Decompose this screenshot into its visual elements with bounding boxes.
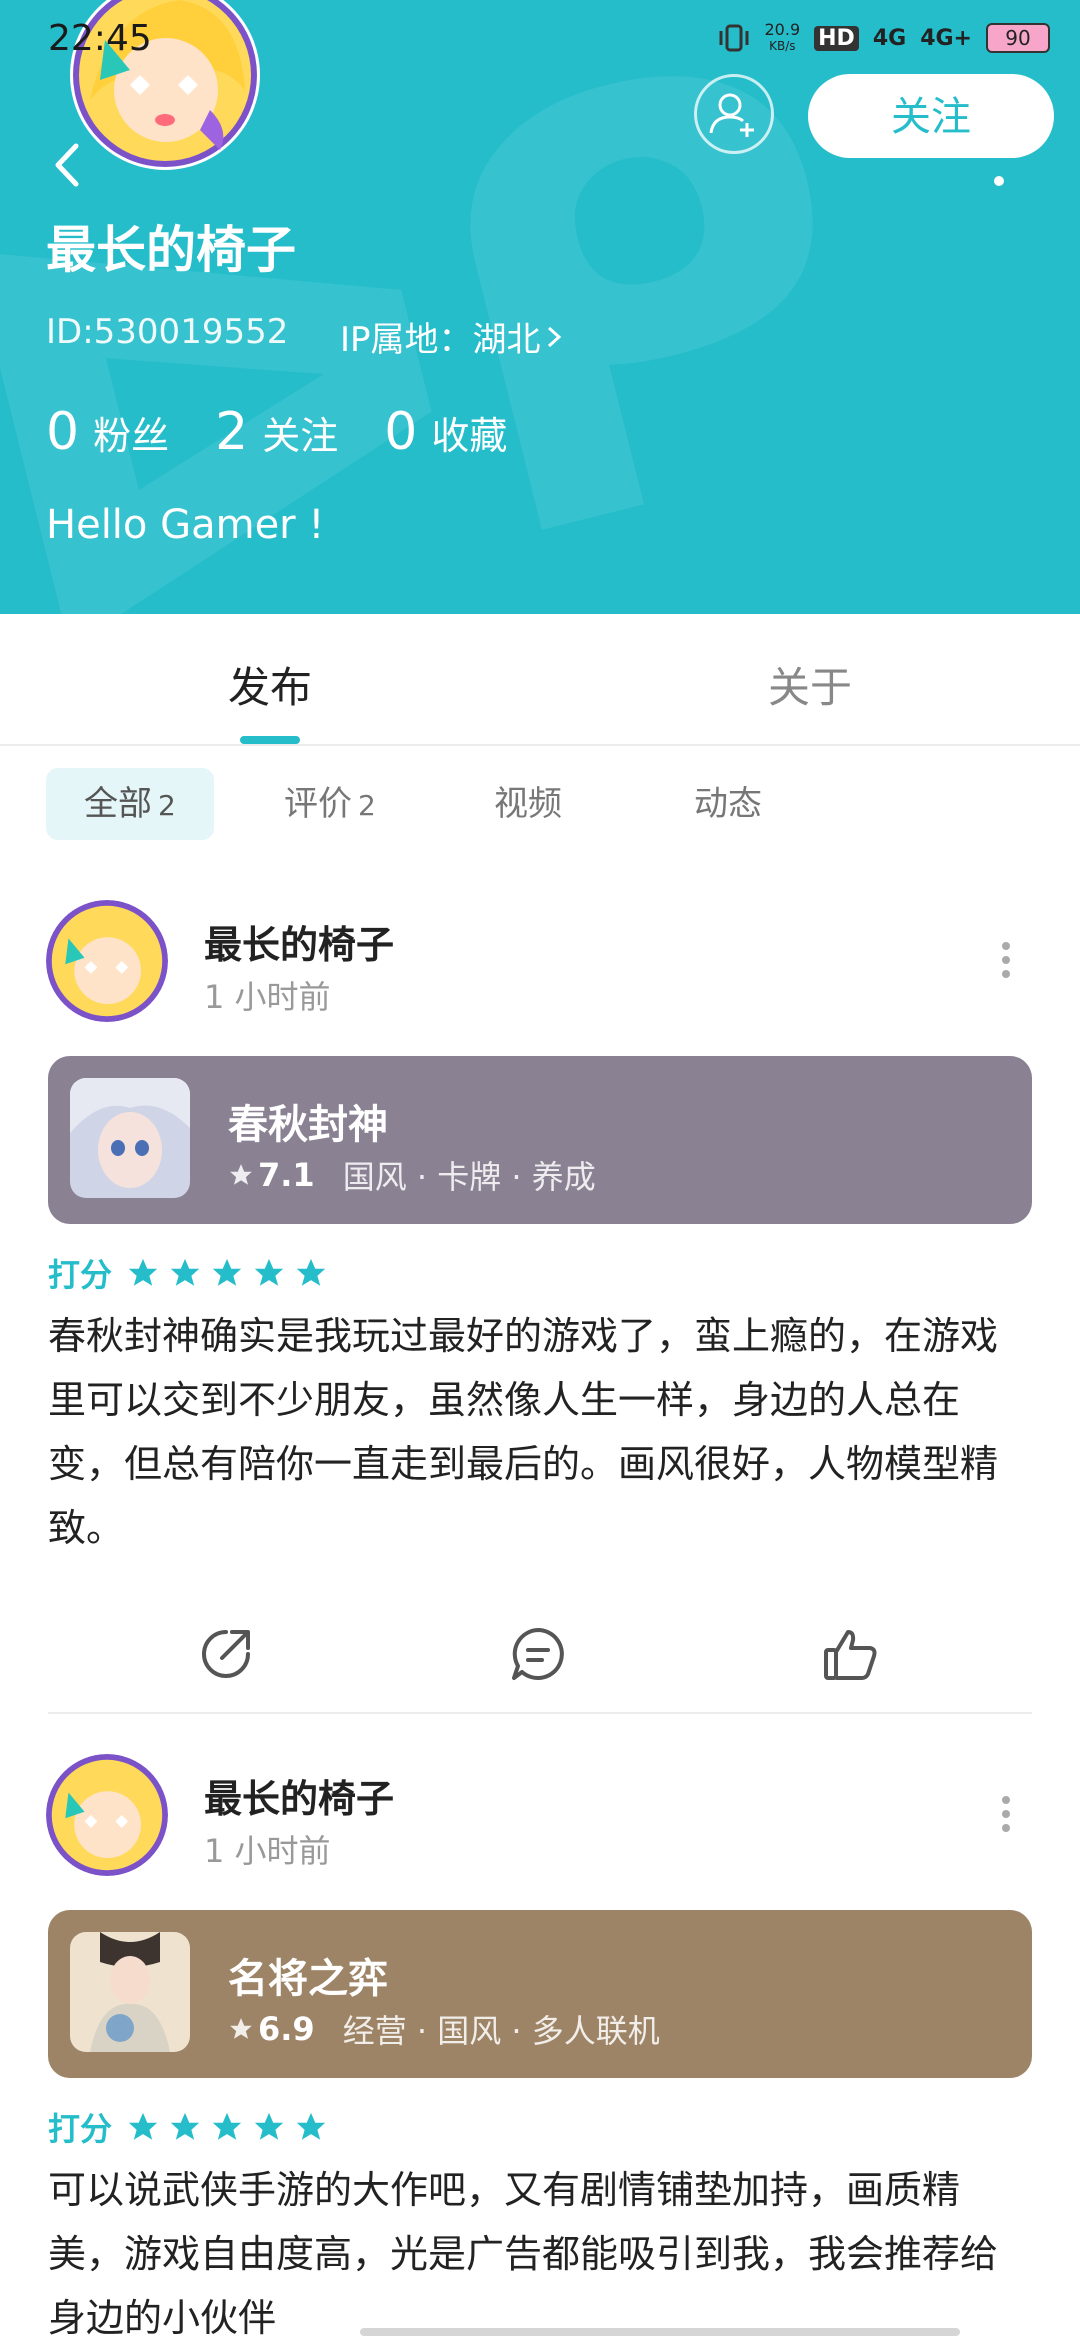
game-score: 6.9 <box>258 2010 315 2048</box>
tab-publish[interactable]: 发布 <box>228 654 312 715</box>
game-tags: 经营 · 国风 · 多人联机 <box>342 2012 660 2050</box>
profile-header: ᐅᑭ 22:45 20.9 KB/s HD 4G 4G+ 90 关注 最长的椅子… <box>0 0 1080 614</box>
more-vertical-icon[interactable] <box>1000 940 1012 980</box>
post-author-name[interactable]: 最长的椅子 <box>204 1768 394 1823</box>
profile-name: 最长的椅子 <box>46 221 296 279</box>
star-icon <box>296 2112 326 2140</box>
more-vertical-icon[interactable] <box>1000 1794 1012 1834</box>
chevron-left-icon[interactable] <box>44 140 94 190</box>
post-actions <box>0 1624 1080 1694</box>
profile-bio: Hello Gamer ! <box>46 502 325 548</box>
post-author-avatar[interactable] <box>46 900 168 1022</box>
profile-stats: 0 粉丝 2 关注 0 收藏 <box>46 402 553 462</box>
signal-4g-plus: 4G+ <box>920 25 972 51</box>
post-time: 1 小时前 <box>204 1832 331 1870</box>
status-icons: 20.9 KB/s HD 4G 4G+ 90 <box>717 20 1050 54</box>
star-icon <box>212 2112 242 2140</box>
post-rating: 打分 <box>48 2104 336 2150</box>
rating-label: 打分 <box>48 1256 113 1294</box>
tab-about[interactable]: 关于 <box>768 654 852 715</box>
filter-all[interactable]: 全部 2 <box>46 768 214 840</box>
tab-indicator <box>240 736 300 744</box>
add-friend-button[interactable] <box>694 74 774 154</box>
follow-button[interactable]: 关注 <box>808 74 1054 158</box>
game-card[interactable]: 名将之弈 6.9 经营 · 国风 · 多人联机 <box>48 1910 1032 2078</box>
status-bar: 22:45 20.9 KB/s HD 4G 4G+ 90 <box>0 0 1080 80</box>
filter-moments[interactable]: 动态 <box>656 768 800 840</box>
star-icon <box>296 1258 326 1286</box>
favorites-count[interactable]: 0 <box>384 402 417 462</box>
game-card[interactable]: 春秋封神 7.1 国风 · 卡牌 · 养成 <box>48 1056 1032 1224</box>
filter-reviews[interactable]: 评价 2 <box>246 768 414 840</box>
star-icon <box>230 1164 252 1185</box>
star-icon <box>170 1258 200 1286</box>
ip-location-link[interactable]: IP属地：湖北 <box>340 312 567 361</box>
star-icon <box>230 2018 252 2039</box>
battery-indicator: 90 <box>986 23 1050 53</box>
game-tags: 国风 · 卡牌 · 养成 <box>342 1158 596 1196</box>
fans-count[interactable]: 0 <box>46 402 79 462</box>
thumbs-up-icon[interactable] <box>820 1624 880 1684</box>
game-meta: 7.1 国风 · 卡牌 · 养成 <box>228 1152 596 1198</box>
add-friend-icon <box>709 93 754 137</box>
vibrate-icon <box>719 24 748 52</box>
ip-location-text: IP属地：湖北 <box>340 320 541 360</box>
rating-stars <box>126 1256 336 1290</box>
star-icon <box>128 2112 158 2140</box>
game-cover-image <box>70 1932 190 2052</box>
game-title: 名将之弈 <box>228 1956 388 2002</box>
post-time: 1 小时前 <box>204 978 331 1016</box>
following-count[interactable]: 2 <box>215 402 248 462</box>
status-time: 22:45 <box>48 18 152 59</box>
post-body[interactable]: 春秋封神确实是我玩过最好的游戏了，蛮上瘾的，在游戏里可以交到不少朋友，虽然像人生… <box>48 1304 1032 1560</box>
game-thumbnail <box>70 1078 190 1198</box>
scroll-indicator <box>360 2328 960 2336</box>
avatar-image <box>46 1754 168 1876</box>
chevron-right-icon <box>547 326 561 347</box>
star-icon <box>254 1258 284 1286</box>
post-author-avatar[interactable] <box>46 1754 168 1876</box>
following-label[interactable]: 关注 <box>262 405 338 460</box>
profile-id: ID:530019552 <box>46 312 289 352</box>
fans-label[interactable]: 粉丝 <box>93 405 169 460</box>
game-title: 春秋封神 <box>228 1102 388 1148</box>
rating-label: 打分 <box>48 2110 113 2148</box>
comment-icon[interactable] <box>508 1624 568 1684</box>
post-body[interactable]: 可以说武侠手游的大作吧，又有剧情铺垫加持，画质精美，游戏自由度高，光是广告都能吸… <box>48 2158 1032 2350</box>
share-icon[interactable] <box>196 1624 256 1684</box>
favorites-label[interactable]: 收藏 <box>431 405 507 460</box>
post-divider <box>48 1712 1032 1714</box>
filter-chips: 全部 2 评价 2 视频 动态 <box>0 768 1080 854</box>
game-score: 7.1 <box>258 1156 315 1194</box>
game-meta: 6.9 经营 · 国风 · 多人联机 <box>228 2006 660 2052</box>
profile-tabs: 发布 关于 <box>0 614 1080 746</box>
signal-4g: 4G <box>872 25 907 51</box>
game-thumbnail <box>70 1932 190 2052</box>
post-rating: 打分 <box>48 1250 336 1296</box>
avatar-image <box>46 900 168 1022</box>
filter-videos[interactable]: 视频 <box>456 768 600 840</box>
post-author-name[interactable]: 最长的椅子 <box>204 914 394 969</box>
game-cover-image <box>70 1078 190 1198</box>
indicator-dot <box>994 176 1004 186</box>
star-icon <box>254 2112 284 2140</box>
rating-stars <box>126 2110 336 2144</box>
net-speed: 20.9 KB/s <box>764 20 801 54</box>
star-icon <box>128 1258 158 1286</box>
star-icon <box>170 2112 200 2140</box>
star-icon <box>212 1258 242 1286</box>
hd-badge: HD <box>814 25 859 51</box>
